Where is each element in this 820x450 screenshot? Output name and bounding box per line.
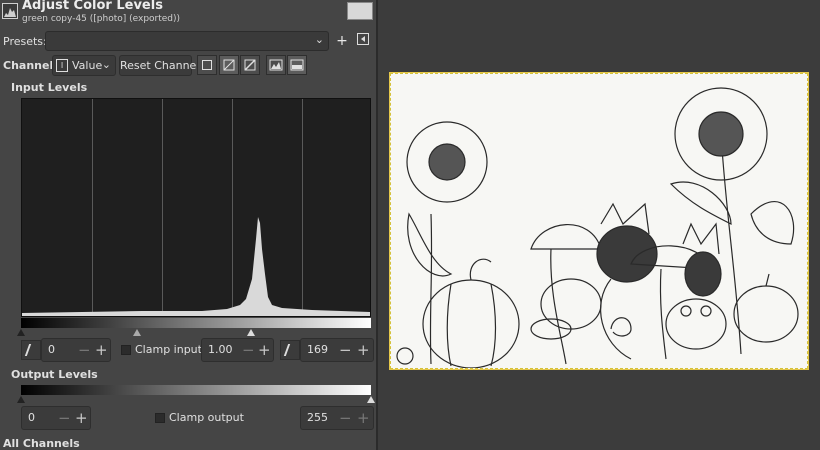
white-point-picker[interactable] bbox=[280, 340, 300, 360]
clamp-input-checkbox[interactable] bbox=[121, 345, 131, 355]
gamma-spinbox[interactable]: 1.00 − + bbox=[201, 338, 274, 362]
plus-icon[interactable]: + bbox=[258, 341, 271, 359]
plus-icon[interactable]: + bbox=[95, 341, 108, 359]
input-histogram[interactable] bbox=[21, 98, 371, 317]
line-art-drawing bbox=[396, 87, 799, 368]
plus-icon[interactable]: + bbox=[357, 409, 370, 427]
clamp-input-label: Clamp input bbox=[135, 343, 202, 356]
linear-histogram-icon[interactable] bbox=[197, 55, 217, 75]
input-low-spinbox[interactable]: 0 − + bbox=[41, 338, 111, 362]
minus-icon[interactable]: − bbox=[78, 341, 91, 359]
input-slider-track[interactable] bbox=[17, 329, 371, 337]
output-high-handle[interactable] bbox=[367, 396, 375, 403]
input-high-handle[interactable] bbox=[247, 329, 255, 336]
output-slider-track[interactable] bbox=[17, 396, 375, 404]
image-thumbnail bbox=[347, 2, 373, 20]
channel-combo[interactable]: I Value ⌄ bbox=[52, 55, 116, 76]
input-gamma-handle[interactable] bbox=[133, 329, 141, 336]
output-gradient-bar bbox=[21, 385, 371, 395]
minus-icon[interactable]: − bbox=[339, 341, 352, 359]
input-gradient-bar bbox=[21, 318, 371, 328]
minus-icon[interactable]: − bbox=[58, 409, 71, 427]
channel-value: Value bbox=[72, 59, 103, 72]
plus-icon[interactable]: + bbox=[357, 341, 370, 359]
chevron-down-icon: ⌄ bbox=[314, 33, 324, 46]
clamp-output-checkbox[interactable] bbox=[155, 413, 165, 423]
histogram-view-icon[interactable] bbox=[266, 55, 286, 75]
output-high-value: 255 bbox=[307, 411, 328, 424]
log-histogram-icon[interactable] bbox=[219, 55, 239, 75]
output-levels-label: Output Levels bbox=[11, 368, 98, 381]
chevron-down-icon: ⌄ bbox=[101, 58, 111, 71]
output-low-spinbox[interactable]: 0 − + bbox=[21, 406, 91, 430]
menu-left-icon[interactable] bbox=[354, 32, 372, 50]
input-low-handle[interactable] bbox=[17, 329, 25, 336]
gamma-value: 1.00 bbox=[208, 343, 233, 356]
value-channel-icon: I bbox=[56, 59, 68, 72]
reset-channel-button[interactable]: Reset Channel bbox=[119, 55, 199, 76]
presets-label: Presets: bbox=[3, 35, 47, 48]
minus-icon[interactable]: − bbox=[339, 409, 352, 427]
output-high-spinbox[interactable]: 255 − + bbox=[300, 406, 374, 430]
perceptual-icon[interactable] bbox=[240, 55, 260, 75]
input-high-value: 169 bbox=[307, 343, 328, 356]
plus-icon[interactable]: + bbox=[75, 409, 88, 427]
output-low-value: 0 bbox=[28, 411, 35, 424]
minus-icon[interactable]: − bbox=[242, 341, 255, 359]
histogram-plot bbox=[22, 217, 370, 316]
input-high-spinbox[interactable]: 169 − + bbox=[300, 338, 374, 362]
levels-icon bbox=[2, 3, 18, 19]
dialog-subtitle: green copy-45 ([photo] (exported)) bbox=[22, 14, 181, 24]
input-low-value: 0 bbox=[48, 343, 55, 356]
histogram-alt-icon[interactable] bbox=[287, 55, 307, 75]
input-levels-label: Input Levels bbox=[11, 81, 88, 94]
all-channels-section[interactable]: All Channels bbox=[3, 437, 80, 450]
presets-combo[interactable]: ⌄ bbox=[45, 31, 329, 51]
image-preview[interactable] bbox=[389, 72, 809, 370]
plus-icon[interactable]: + bbox=[333, 32, 351, 50]
clamp-output-label: Clamp output bbox=[169, 411, 244, 424]
channel-label: Channel: bbox=[3, 59, 58, 72]
output-low-handle[interactable] bbox=[17, 396, 25, 403]
levels-panel: Adjust Color Levels green copy-45 ([phot… bbox=[0, 0, 376, 450]
black-point-picker[interactable] bbox=[21, 340, 41, 360]
dialog-title: Adjust Color Levels bbox=[22, 0, 163, 13]
